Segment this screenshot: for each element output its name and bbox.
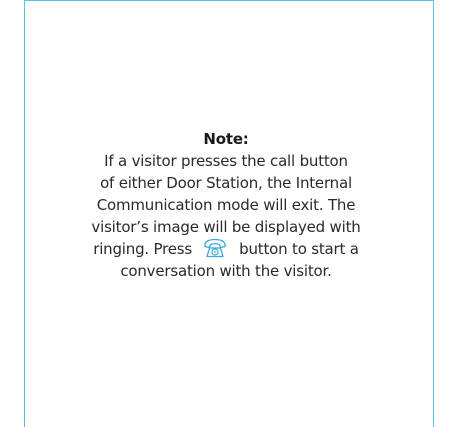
note-line-5-start: ringing. Press: [93, 240, 193, 258]
note-line-5-end: button to start a: [239, 240, 359, 258]
frame-top-border: [24, 0, 434, 1]
note-title: Note:: [203, 130, 249, 148]
note-line-4: visitor’s image will be displayed with: [91, 218, 361, 236]
note-line-6: conversation with the visitor.: [120, 262, 332, 280]
note-line-2: of either Door Station, the Internal: [100, 174, 352, 192]
note-block: Note: If a visitor presses the call butt…: [40, 128, 412, 282]
manual-page: Note: If a visitor presses the call butt…: [0, 0, 449, 427]
frame-left-border: [24, 0, 25, 427]
phone-handset-icon: [203, 238, 226, 258]
frame-right-border: [433, 0, 434, 427]
note-line-5: ringing. Press button to start a: [40, 238, 412, 260]
note-line-1: If a visitor presses the call button: [104, 152, 348, 170]
note-line-3: Communication mode will exit. The: [96, 196, 356, 214]
